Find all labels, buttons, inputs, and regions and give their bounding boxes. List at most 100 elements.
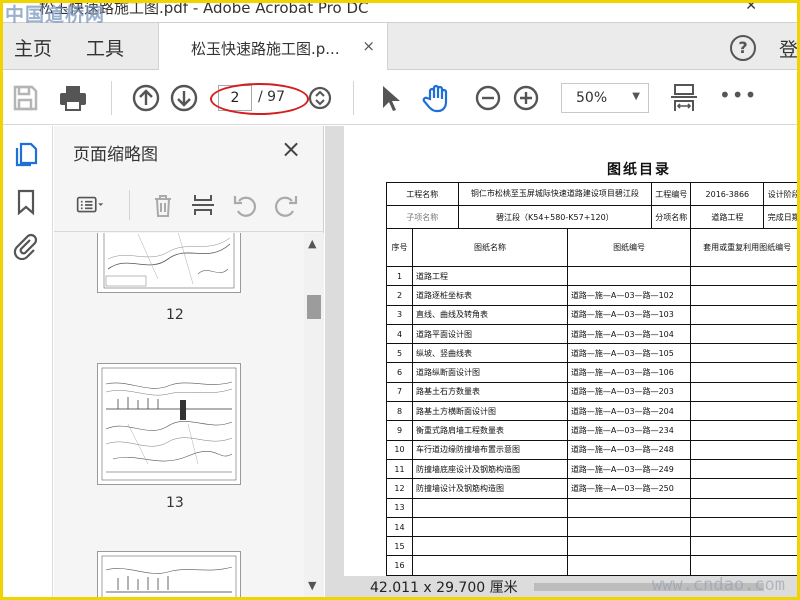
options-menu-icon[interactable] (76, 191, 104, 219)
table-cell (690, 381, 797, 403)
previous-page-icon[interactable] (130, 82, 162, 114)
table-cell: 路基土方横断面设计图 (412, 401, 568, 422)
help-icon[interactable]: ? (730, 35, 756, 61)
page-thumbnail[interactable] (97, 363, 241, 485)
table-cell (566, 265, 692, 287)
table-cell: 车行道边缘防撞墙布置示意图 (412, 439, 568, 460)
table-cell: 4 (386, 323, 413, 345)
table-cell (690, 343, 797, 364)
panel-title: 页面缩略图 (73, 145, 158, 165)
table-cell: 路基土石方数量表 (412, 381, 568, 403)
table-cell: 工程名称 (386, 182, 459, 206)
thumbnail-toolbar (54, 178, 324, 232)
page-thumbnail[interactable] (97, 233, 241, 293)
column-header: 图纸编号 (566, 228, 692, 267)
rotate-ccw-icon[interactable] (231, 191, 259, 219)
table-cell: 5 (386, 343, 413, 364)
table-cell: 12 (386, 478, 413, 499)
table-row: 1 道路工程 (386, 265, 797, 287)
table-cell: 道路—施—A—03—路—102 (566, 285, 692, 306)
page-thumbnails-panel: 页面缩略图 × 12 13 ▲ ▼ (54, 126, 324, 597)
table-cell: 道路—施—A—03—路—203 (566, 381, 692, 403)
fit-page-icon[interactable] (668, 82, 700, 114)
document-tab-close-button[interactable]: × (362, 37, 375, 55)
table-cell: 道路工程 (690, 205, 765, 229)
table-cell (690, 323, 797, 345)
chevron-down-icon: ▼ (632, 91, 640, 102)
next-page-icon[interactable] (168, 82, 200, 114)
insert-page-icon[interactable] (189, 191, 217, 219)
table-cell (690, 420, 797, 441)
table-cell: 工程编号 (651, 182, 692, 206)
table-cell: 1 (386, 265, 413, 287)
scroll-pages-icon[interactable] (304, 82, 336, 114)
table-row: 工程名称 铜仁市松桃至玉屏城际快速道路建设项目碧江段 工程编号 2016-386… (386, 182, 797, 206)
tools-tab[interactable]: 工具 (86, 34, 124, 61)
table-row: 2 道路逐桩坐标表 道路—施—A—03—路—102 (386, 285, 797, 306)
table-cell: 道路—施—A—03—路—234 (566, 420, 692, 441)
rotate-cw-icon[interactable] (272, 191, 300, 219)
scroll-down-icon[interactable]: ▼ (308, 579, 316, 592)
table-row: 16 (386, 555, 797, 576)
attachment-icon[interactable] (12, 232, 40, 260)
table-cell (690, 362, 797, 383)
hand-tool-icon[interactable] (421, 82, 453, 114)
scroll-up-icon[interactable]: ▲ (308, 237, 316, 250)
table-cell: 道路—施—A—03—路—106 (566, 362, 692, 383)
zoom-select[interactable]: 50% ▼ (561, 83, 649, 113)
window-close-button[interactable]: ✕ (745, 3, 757, 14)
table-cell: 10 (386, 439, 413, 460)
page-thumbnails-icon[interactable] (12, 140, 40, 168)
table-cell (690, 304, 797, 325)
table-cell: 15 (386, 536, 413, 557)
thumbnail-page-number: 12 (166, 307, 184, 323)
scrollbar-thumb[interactable] (307, 295, 321, 319)
close-panel-button[interactable]: × (281, 135, 301, 163)
table-cell: 纵坡、竖曲线表 (412, 343, 568, 364)
zoom-in-icon[interactable] (510, 82, 542, 114)
select-cursor-icon[interactable] (373, 82, 405, 114)
more-tools-icon[interactable]: ••• (719, 83, 757, 107)
table-row: 4 道路平面设计图 道路—施—A—03—路—104 (386, 323, 797, 345)
document-tab[interactable]: 松玉快速路施工图.p... × (158, 23, 388, 70)
thumbnail-scrollbar[interactable]: ▲ ▼ (304, 233, 324, 597)
table-cell: 道路—施—A—03—路—103 (566, 304, 692, 325)
delete-page-icon[interactable] (149, 191, 177, 219)
zoom-value: 50% (576, 90, 608, 106)
table-cell (690, 285, 797, 306)
table-cell (566, 516, 692, 538)
print-icon[interactable] (57, 82, 89, 114)
table-cell (566, 497, 692, 518)
table-row: 7 路基土石方数量表 道路—施—A—03—路—203 (386, 381, 797, 403)
column-header: 序号 (386, 228, 413, 267)
table-row: 6 道路纵断面设计图 道路—施—A—03—路—106 (386, 362, 797, 383)
table-row: 8 路基土方横断面设计图 道路—施—A—03—路—204 (386, 401, 797, 422)
table-cell: 14 (386, 516, 413, 538)
table-cell: 碧江段（K54+580-K57+120） (457, 205, 653, 229)
table-cell (690, 401, 797, 422)
table-cell: 16 (386, 555, 413, 576)
table-cell: 道路工程 (412, 265, 568, 287)
save-icon[interactable] (9, 82, 41, 114)
zoom-out-icon[interactable] (472, 82, 504, 114)
page-thumbnail[interactable] (97, 551, 241, 597)
table-cell (412, 555, 568, 576)
table-cell (412, 497, 568, 518)
table-cell (412, 516, 568, 538)
page-highlight-annotation (210, 83, 309, 115)
table-cell: 7 (386, 381, 413, 403)
table-cell (690, 497, 797, 518)
document-view: 图纸目录 工程名称 铜仁市松桃至玉屏城际快速道路建设项目碧江段 工程编号 201… (325, 126, 797, 597)
toolbar-separator (353, 81, 354, 115)
table-row: 14 (386, 516, 797, 538)
main-toolbar: 2 / 97 50% ▼ ••• (3, 71, 797, 125)
sign-in-button[interactable]: 登 (779, 35, 797, 62)
table-cell (566, 536, 692, 557)
title-bar: 松玉快速路施工图.pdf - Adobe Acrobat Pro DC 中国道桥… (3, 3, 797, 26)
bookmark-icon[interactable] (12, 188, 40, 216)
table-row: 子项名称 碧江段（K54+580-K57+120） 分项名称 道路工程 完成日期 (386, 205, 797, 229)
table-cell: 设计阶段 (763, 182, 797, 206)
page-dimensions: 42.011 x 29.700 厘米 (370, 580, 518, 596)
table-cell (690, 265, 797, 287)
home-tab[interactable]: 主页 (14, 34, 52, 61)
